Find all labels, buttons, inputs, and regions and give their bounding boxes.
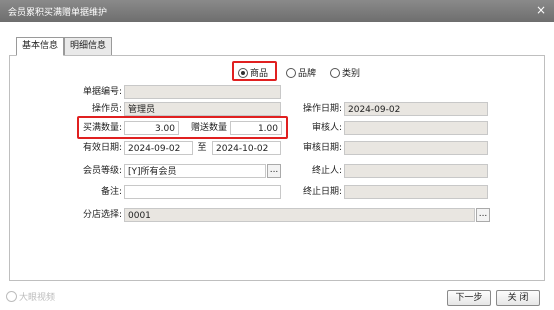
- next-step-button[interactable]: 下一步: [447, 290, 491, 306]
- gift-qty-label: 赠送数量: [190, 123, 227, 133]
- radio-goods-label: 商品: [250, 69, 269, 79]
- watermark-icon: [6, 291, 17, 302]
- doc-no-label: 单据编号:: [82, 87, 122, 97]
- end-date-label: 终止日期:: [302, 187, 342, 197]
- radio-selected-icon: [238, 67, 248, 78]
- gift-qty-field[interactable]: 1.00: [230, 121, 282, 135]
- watermark: 大眼视频: [6, 290, 55, 303]
- store-browse-button[interactable]: ...: [476, 208, 490, 222]
- radio-unselected-icon: [286, 67, 296, 78]
- member-level-browse-button[interactable]: ...: [267, 164, 281, 178]
- radio-brand[interactable]: 品牌: [286, 66, 316, 79]
- buy-qty-label: 买满数量:: [82, 123, 122, 133]
- end-date-field[interactable]: [344, 185, 488, 199]
- terminator-label: 终止人:: [311, 166, 342, 176]
- radio-category[interactable]: 类别: [330, 66, 360, 79]
- watermark-text: 大眼视频: [19, 293, 56, 303]
- radio-category-label: 类别: [342, 69, 361, 79]
- buy-qty-field[interactable]: 3.00: [124, 121, 179, 135]
- member-level-label: 会员等级:: [82, 166, 122, 176]
- valid-date-sep: 至: [197, 143, 207, 153]
- doc-no-field[interactable]: [124, 85, 281, 99]
- close-icon[interactable]: ×: [536, 3, 546, 17]
- member-level-field[interactable]: [Y]所有会员: [124, 164, 266, 178]
- remark-label: 备注:: [100, 187, 122, 197]
- review-date-label: 审核日期:: [302, 143, 342, 153]
- remark-field[interactable]: [124, 185, 281, 199]
- reviewer-label: 审核人:: [311, 123, 342, 133]
- operator-field[interactable]: 管理员: [124, 102, 281, 116]
- valid-to-field[interactable]: 2024-10-02: [212, 141, 281, 155]
- radio-brand-label: 品牌: [298, 69, 317, 79]
- terminator-field[interactable]: [344, 164, 488, 178]
- op-date-label: 操作日期:: [302, 104, 342, 114]
- review-date-field[interactable]: [344, 141, 488, 155]
- tab-basic-info[interactable]: 基本信息: [16, 37, 64, 56]
- op-date-field[interactable]: 2024-09-02: [344, 102, 488, 116]
- valid-date-label: 有效日期:: [82, 143, 122, 153]
- valid-from-field[interactable]: 2024-09-02: [124, 141, 193, 155]
- operator-label: 操作员:: [91, 104, 122, 114]
- store-label: 分店选择:: [82, 210, 122, 220]
- title-bar: 会员累积买满赠单据维护 ×: [0, 0, 554, 22]
- close-button[interactable]: 关 闭: [496, 290, 540, 306]
- reviewer-field[interactable]: [344, 121, 488, 135]
- radio-goods[interactable]: 商品: [238, 66, 268, 79]
- radio-unselected-icon: [330, 67, 340, 78]
- window-title: 会员累积买满赠单据维护: [8, 8, 108, 18]
- tab-detail-info[interactable]: 明细信息: [64, 37, 112, 56]
- store-field[interactable]: 0001: [124, 208, 475, 222]
